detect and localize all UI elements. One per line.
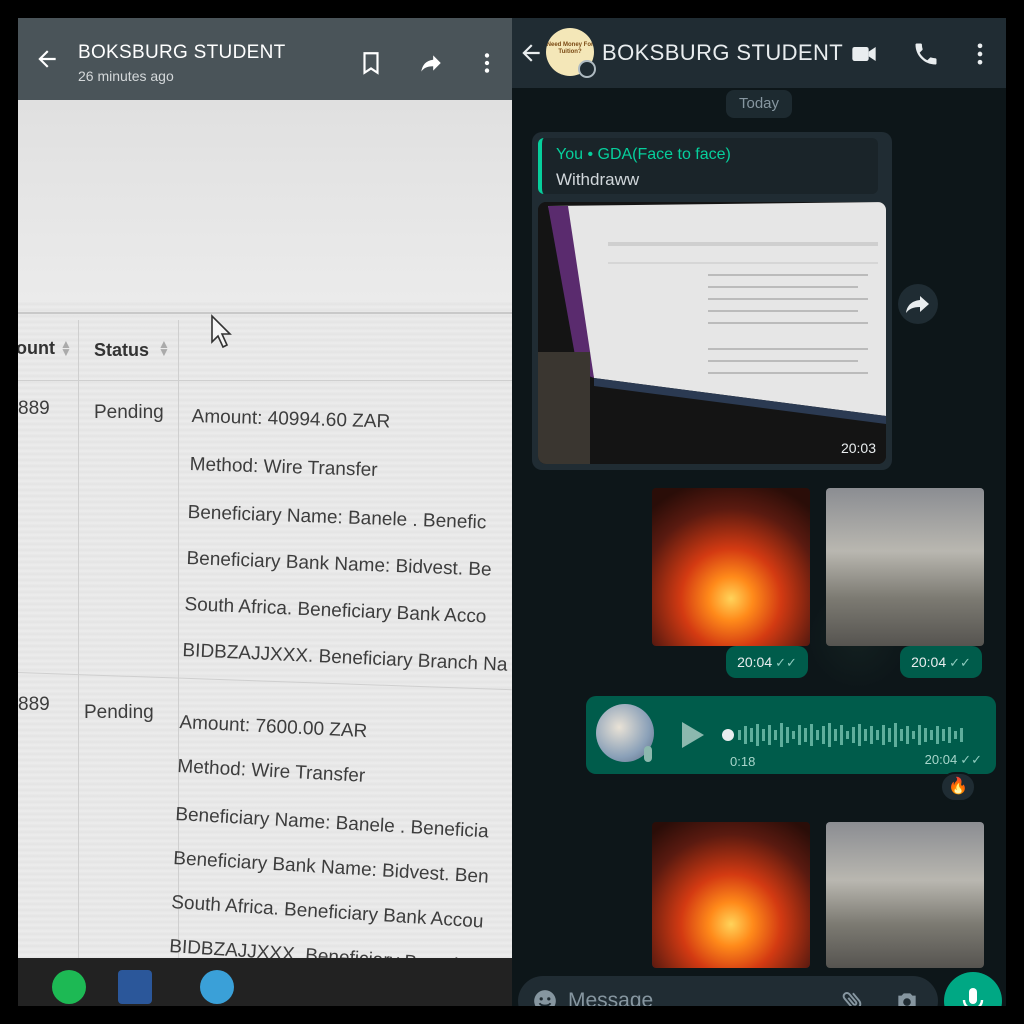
message-time: 20:04 bbox=[737, 654, 773, 670]
quote-author: You • GDA(Face to face) bbox=[556, 146, 731, 163]
viewer-title: BOKSBURG STUDENT bbox=[78, 42, 286, 63]
row-detail-line: BIDBZAJJXXX. Beneficiary Branch Na bbox=[182, 640, 508, 676]
row-id: 889 bbox=[18, 694, 50, 715]
message-time: 20:04 bbox=[911, 654, 947, 670]
more-vert-icon[interactable] bbox=[966, 40, 994, 68]
attach-icon[interactable] bbox=[840, 988, 866, 1006]
media-time-pill: 20:04 ✓✓ bbox=[726, 646, 808, 678]
spotify-icon bbox=[52, 970, 86, 1004]
forward-button[interactable] bbox=[898, 284, 938, 324]
video-call-icon[interactable] bbox=[850, 40, 878, 68]
photo-of-monitor bbox=[538, 202, 886, 464]
play-icon[interactable] bbox=[682, 722, 704, 748]
photo-content: ount ▲ ▼ Status ▲ ▼ 889 Pending Amount: 40… bbox=[18, 100, 512, 1006]
row-detail-line: South Africa. Beneficiary Bank Acco bbox=[184, 594, 487, 628]
camera-icon[interactable] bbox=[894, 988, 920, 1006]
incoming-image-message[interactable]: You • GDA(Face to face) Withdraww 20:03 bbox=[532, 132, 892, 470]
outgoing-photo-fire[interactable] bbox=[652, 488, 810, 646]
sort-icon: ▲ ▼ bbox=[60, 337, 72, 359]
row-detail-line: Amount: 7600.00 ZAR bbox=[178, 712, 368, 743]
back-arrow-icon[interactable] bbox=[518, 40, 544, 66]
column-header-amount: ount bbox=[18, 338, 55, 358]
message-input[interactable] bbox=[568, 986, 818, 1006]
mic-button[interactable] bbox=[944, 972, 1002, 1006]
back-arrow-icon[interactable] bbox=[34, 46, 60, 72]
row-detail-line: Method: Wire Transfer bbox=[189, 454, 378, 481]
row-detail-line: Amount: 40994.60 ZAR bbox=[191, 406, 391, 433]
outgoing-photo-dancer[interactable] bbox=[826, 822, 984, 968]
status-ring-icon bbox=[578, 60, 596, 78]
quoted-message[interactable]: You • GDA(Face to face) Withdraww bbox=[538, 138, 878, 194]
message-composer bbox=[518, 976, 938, 1006]
reaction-badge[interactable]: 🔥 bbox=[940, 772, 976, 802]
column-divider bbox=[78, 320, 79, 1006]
app-icon bbox=[200, 970, 234, 1004]
column-header-status: Status bbox=[94, 340, 150, 360]
photo-viewer: ount ▲ ▼ Status ▲ ▼ 889 Pending Amount: 40… bbox=[18, 18, 512, 1006]
photo-taskbar bbox=[18, 958, 512, 1006]
mic-icon bbox=[962, 988, 984, 1006]
row-detail-line: South Africa. Beneficiary Bank Accou bbox=[170, 892, 485, 933]
outgoing-photo-dancer[interactable] bbox=[826, 488, 984, 646]
row-divider bbox=[18, 380, 512, 381]
chat-title[interactable]: BOKSBURG STUDENT bbox=[602, 40, 843, 66]
date-separator: Today bbox=[726, 90, 792, 118]
shared-photo[interactable]: 20:03 bbox=[538, 202, 886, 464]
screen-blank-area bbox=[18, 100, 512, 300]
double-check-icon: ✓✓ bbox=[775, 655, 797, 670]
avatar-text: Need Money For Tuition? bbox=[546, 42, 594, 55]
row-detail-line: Beneficiary Bank Name: Bidvest. Ben bbox=[172, 848, 490, 888]
row-detail-line: Beneficiary Bank Name: Bidvest. Be bbox=[186, 548, 492, 581]
row-status: Pending bbox=[94, 402, 164, 423]
viewer-toolbar: BOKSBURG STUDENT 26 minutes ago bbox=[18, 18, 512, 100]
message-time: 20:04 bbox=[924, 752, 958, 767]
row-detail-line: Beneficiary Name: Banele . Beneficia bbox=[174, 804, 490, 843]
audio-waveform[interactable] bbox=[722, 720, 972, 750]
row-divider bbox=[18, 672, 512, 691]
voice-duration: 0:18 bbox=[730, 754, 756, 769]
row-detail-line: Method: Wire Transfer bbox=[176, 756, 366, 787]
double-check-icon: ✓✓ bbox=[960, 752, 982, 767]
viewer-subtitle: 26 minutes ago bbox=[78, 68, 174, 84]
message-time: 20:03 bbox=[840, 440, 876, 456]
outgoing-voice-message[interactable]: 0:18 20:04 ✓✓ bbox=[586, 696, 996, 774]
chat-screen: Need Money For Tuition? BOKSBURG STUDENT… bbox=[512, 18, 1006, 1006]
table-top-border bbox=[18, 312, 512, 314]
mic-small-icon bbox=[644, 746, 652, 762]
double-check-icon: ✓✓ bbox=[949, 655, 971, 670]
more-vert-icon[interactable] bbox=[474, 50, 500, 76]
quote-text: Withdraww bbox=[556, 170, 640, 189]
outgoing-photo-fire[interactable] bbox=[652, 822, 810, 968]
sort-icon: ▲ ▼ bbox=[158, 337, 170, 359]
chat-header: Need Money For Tuition? BOKSBURG STUDENT bbox=[512, 18, 1006, 88]
bookmark-icon[interactable] bbox=[358, 50, 384, 76]
word-icon bbox=[118, 970, 152, 1004]
media-time-pill: 20:04 ✓✓ bbox=[900, 646, 982, 678]
share-icon[interactable] bbox=[418, 50, 444, 76]
forward-icon bbox=[906, 296, 929, 313]
row-status: Pending bbox=[84, 702, 154, 723]
voice-time-wrap: 20:04 ✓✓ bbox=[925, 752, 982, 768]
phone-icon[interactable] bbox=[912, 40, 940, 68]
row-detail-line: Beneficiary Name: Banele . Benefic bbox=[187, 502, 487, 534]
emoji-icon[interactable] bbox=[532, 988, 558, 1006]
row-id: 889 bbox=[18, 398, 50, 419]
mouse-cursor-icon bbox=[211, 314, 232, 349]
